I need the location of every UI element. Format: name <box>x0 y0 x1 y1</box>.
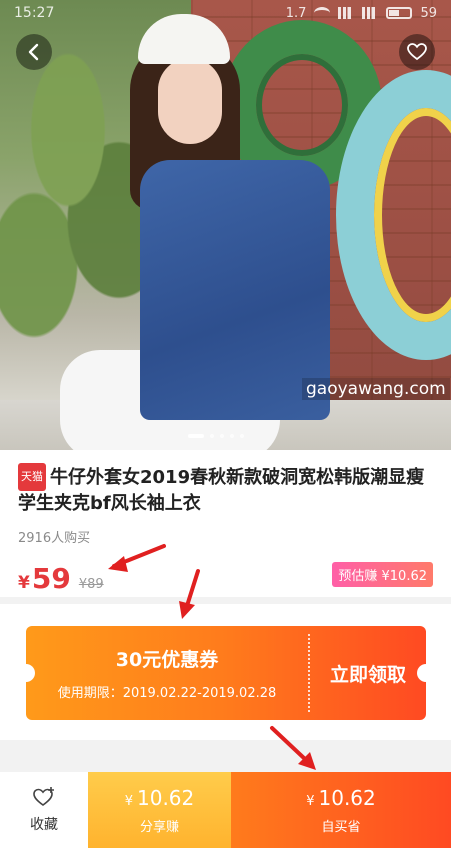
bottom-action-bar: 收藏 ¥10.62 分享赚 ¥10.62 自买省 <box>0 772 451 848</box>
current-price: 59 <box>31 562 71 595</box>
price-row: ¥ 59 ¥89 预估赚 ¥10.62 <box>18 562 433 595</box>
coupon-amount: 30元优惠券 <box>115 649 219 671</box>
collect-label: 收藏 <box>30 817 58 833</box>
product-title-text: 牛仔外套女2019春秋新款破洞宽松韩版潮显瘦学生夹克bf风长袖上衣 <box>18 467 425 514</box>
buy-label: 自买省 <box>321 819 361 835</box>
battery-level: 59 <box>420 5 437 21</box>
favorite-button[interactable] <box>399 34 435 70</box>
heart-plus-icon <box>33 787 54 806</box>
buy-currency: ¥ <box>306 793 315 809</box>
heart-icon <box>407 43 427 61</box>
carousel-dot[interactable] <box>210 434 214 438</box>
buy-amount: 10.62 <box>318 785 376 810</box>
estimated-earn-badge: 预估赚 ¥10.62 <box>332 562 433 587</box>
share-earn-button[interactable]: ¥10.62 分享赚 <box>88 772 231 848</box>
share-value: ¥10.62 <box>125 786 195 810</box>
share-amount: 10.62 <box>137 785 195 810</box>
coupon-validity: 使用期限：2019.02.22-2019.02.28 <box>57 686 277 701</box>
coupon-section: 30元优惠券 使用期限：2019.02.22-2019.02.28 立即领取 <box>0 604 451 740</box>
tmall-badge: 天猫 <box>18 463 46 491</box>
share-label: 分享赚 <box>139 819 179 835</box>
status-time: 15:27 <box>14 5 55 21</box>
coupon-card[interactable]: 30元优惠券 使用期限：2019.02.22-2019.02.28 立即领取 <box>26 626 426 720</box>
chevron-left-icon <box>28 43 39 61</box>
back-button[interactable] <box>16 34 52 70</box>
carousel-dot[interactable] <box>220 434 224 438</box>
original-price: ¥89 <box>78 577 104 592</box>
sales-count: 2916人购买 <box>18 531 91 546</box>
signal-icon <box>338 7 355 19</box>
product-title: 天猫 牛仔外套女2019春秋新款破洞宽松韩版潮显瘦学生夹克bf风长袖上衣 <box>18 463 438 517</box>
signal-icon-2 <box>362 7 379 19</box>
carousel-dot[interactable] <box>230 434 234 438</box>
wifi-icon <box>314 7 331 19</box>
self-buy-button[interactable]: ¥10.62 自买省 <box>231 772 451 848</box>
watermark: gaoyawang.com <box>302 378 450 400</box>
carousel-dot[interactable] <box>240 434 244 438</box>
status-bar: 15:27 1.7 59 <box>0 0 451 26</box>
product-image[interactable]: gaoyawang.com <box>0 0 451 450</box>
model-face <box>158 58 222 144</box>
carousel-dots <box>188 434 244 438</box>
price-currency: ¥ <box>18 573 30 593</box>
status-indicators: 1.7 59 <box>286 6 437 21</box>
collect-button[interactable]: 收藏 <box>0 772 88 848</box>
product-info: 天猫 牛仔外套女2019春秋新款破洞宽松韩版潮显瘦学生夹克bf风长袖上衣 2916… <box>0 450 451 597</box>
buy-value: ¥10.62 <box>306 786 376 810</box>
coupon-details: 30元优惠券 使用期限：2019.02.22-2019.02.28 <box>26 626 308 720</box>
battery-icon <box>386 7 413 19</box>
model-figure <box>60 10 330 450</box>
share-currency: ¥ <box>124 793 133 809</box>
carousel-dot[interactable] <box>188 434 204 438</box>
claim-coupon-button[interactable]: 立即领取 <box>310 626 426 720</box>
network-speed: 1.7 <box>285 5 307 21</box>
